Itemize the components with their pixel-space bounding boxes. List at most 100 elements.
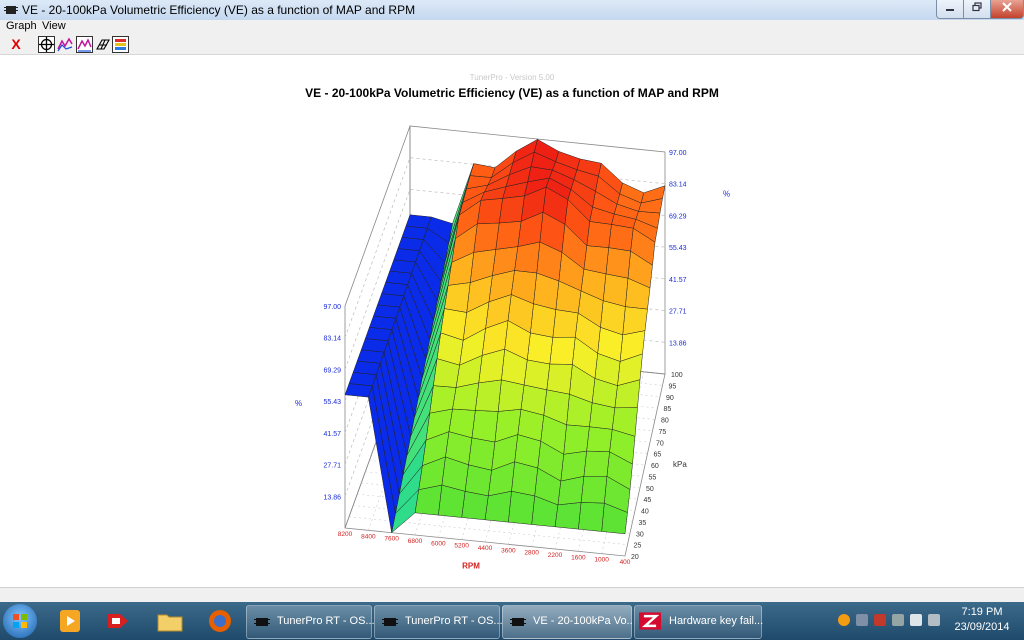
x-tick-label: 5200 <box>454 543 469 550</box>
surface-cell <box>622 306 648 336</box>
firefox-icon <box>209 610 231 632</box>
surface-cell <box>497 379 525 412</box>
maximize-button[interactable] <box>963 0 991 19</box>
z-tick-left: 41.57 <box>323 431 341 438</box>
tray-orange-icon[interactable] <box>838 614 850 626</box>
surface-cell <box>554 502 582 530</box>
surface-cell <box>578 502 605 532</box>
graph-area: TunerPro - Version 5.00 VE - 20-100kPa V… <box>0 56 1024 587</box>
crosshair-icon <box>39 37 54 52</box>
task-hardware-key[interactable]: Hardware key fail... <box>634 605 763 639</box>
surface-cell <box>444 282 471 313</box>
y-tick-label: 75 <box>659 429 667 436</box>
wireframe-icon <box>96 39 110 50</box>
windows-logo-icon <box>13 614 27 628</box>
y-tick-label: 20 <box>631 554 639 561</box>
close-graph-button[interactable]: X <box>8 36 24 52</box>
task-ve-graph[interactable]: VE - 20-100kPa Vo... <box>502 605 633 639</box>
y-tick-label: 100 <box>671 372 683 379</box>
window-titlebar: VE - 20-100kPa Volumetric Efficiency (VE… <box>0 0 1024 21</box>
taskbar-pin-app[interactable] <box>100 606 136 636</box>
app-chip-icon <box>4 6 18 14</box>
surface-cell <box>563 424 590 455</box>
taskbar-pin-media-player[interactable] <box>52 606 88 636</box>
toolbar: X <box>0 34 1024 55</box>
tray-flag-icon[interactable] <box>874 614 886 626</box>
z-tick-left: 83.14 <box>323 336 341 343</box>
close-window-button[interactable] <box>990 0 1024 19</box>
surface-graph-button[interactable] <box>76 36 93 53</box>
tray-speaker-icon[interactable] <box>910 614 922 626</box>
y-tick-label: 45 <box>644 497 652 504</box>
task-label: TunerPro RT - OS... <box>277 615 375 627</box>
menu-graph[interactable]: Graph <box>6 20 37 32</box>
menu-view[interactable]: View <box>42 20 66 32</box>
window-title: VE - 20-100kPa Volumetric Efficiency (VE… <box>22 3 416 17</box>
surface-cell <box>602 273 629 307</box>
color-scale-button[interactable] <box>112 36 129 53</box>
x-tick-label: 4400 <box>478 545 493 552</box>
line-graph-icon <box>57 37 73 52</box>
taskbar-clock[interactable]: 7:19 PM 23/09/2014 <box>944 605 1020 635</box>
task-label: Hardware key fail... <box>669 615 764 627</box>
surface-cell <box>523 359 551 391</box>
surface-cell <box>468 437 496 471</box>
task-tunerpro-2[interactable]: TunerPro RT - OS... <box>374 605 503 639</box>
color-scale-icon <box>115 39 126 50</box>
media-player-icon <box>60 610 80 632</box>
x-tick-label: 2800 <box>524 550 539 557</box>
z-tick-right: 97.00 <box>669 150 687 157</box>
wireframe-button[interactable] <box>95 36 111 52</box>
surface-cell <box>475 379 502 412</box>
menu-bar: Graph View <box>0 20 1024 34</box>
ve-surface-chart[interactable]: 13.86 13.86 27.71 27.71 41.57 41.57 55.43 55.43… <box>0 56 1024 587</box>
surface-cell <box>495 221 522 250</box>
y-tick-label: 80 <box>661 418 669 425</box>
z-app-icon <box>639 612 661 630</box>
chip-icon <box>510 618 526 626</box>
clock-date: 23/09/2014 <box>954 621 1010 633</box>
surface-cell <box>405 214 432 229</box>
line-graph-button[interactable] <box>57 36 73 52</box>
status-bar <box>0 587 1024 603</box>
task-tunerpro-1[interactable]: TunerPro RT - OS... <box>246 605 375 639</box>
x-axis-label: RPM <box>462 562 480 571</box>
task-label: VE - 20-100kPa Vo... <box>533 615 633 627</box>
surface-cell <box>552 309 579 338</box>
windows-taskbar: TunerPro RT - OS... TunerPro RT - OS... … <box>0 602 1024 640</box>
surface-cell <box>549 336 576 365</box>
z-axis-label: % <box>295 399 302 408</box>
surface-graph-icon <box>77 38 92 52</box>
taskbar-pin-firefox[interactable] <box>202 606 238 636</box>
tray-usb-icon[interactable] <box>928 614 940 626</box>
y-tick-label: 60 <box>651 463 659 470</box>
minimize-button[interactable] <box>936 0 964 19</box>
chip-icon <box>382 618 398 626</box>
surface-cell <box>429 385 457 414</box>
x-tick-label: 400 <box>620 559 631 566</box>
tray-device-icon[interactable] <box>892 614 904 626</box>
y-tick-label: 65 <box>654 452 662 459</box>
start-button[interactable] <box>3 604 37 638</box>
surface-cell <box>580 475 608 504</box>
y-tick-label: 25 <box>634 543 642 550</box>
restore-icon <box>972 2 982 12</box>
z-tick-right: 83.14 <box>669 182 687 189</box>
z-tick-left: 55.43 <box>323 399 341 406</box>
z-axis-label: % <box>723 189 730 198</box>
z-tick-left: 97.00 <box>323 304 341 311</box>
y-tick-label: 95 <box>669 383 677 390</box>
tray-network-icon[interactable] <box>856 614 868 626</box>
taskbar-pin-explorer[interactable] <box>152 606 188 636</box>
z-tick-right: 41.57 <box>669 277 687 284</box>
chip-icon <box>254 618 270 626</box>
minimize-icon <box>946 9 954 11</box>
y-tick-label: 55 <box>649 474 657 481</box>
surface-cell <box>546 363 573 395</box>
surface-cell <box>605 247 631 279</box>
rotate-tool-button[interactable] <box>38 36 55 53</box>
surface-cell <box>583 245 609 275</box>
surface-cell <box>583 450 610 477</box>
surface-cell <box>560 450 587 482</box>
surface-cell <box>476 198 503 225</box>
